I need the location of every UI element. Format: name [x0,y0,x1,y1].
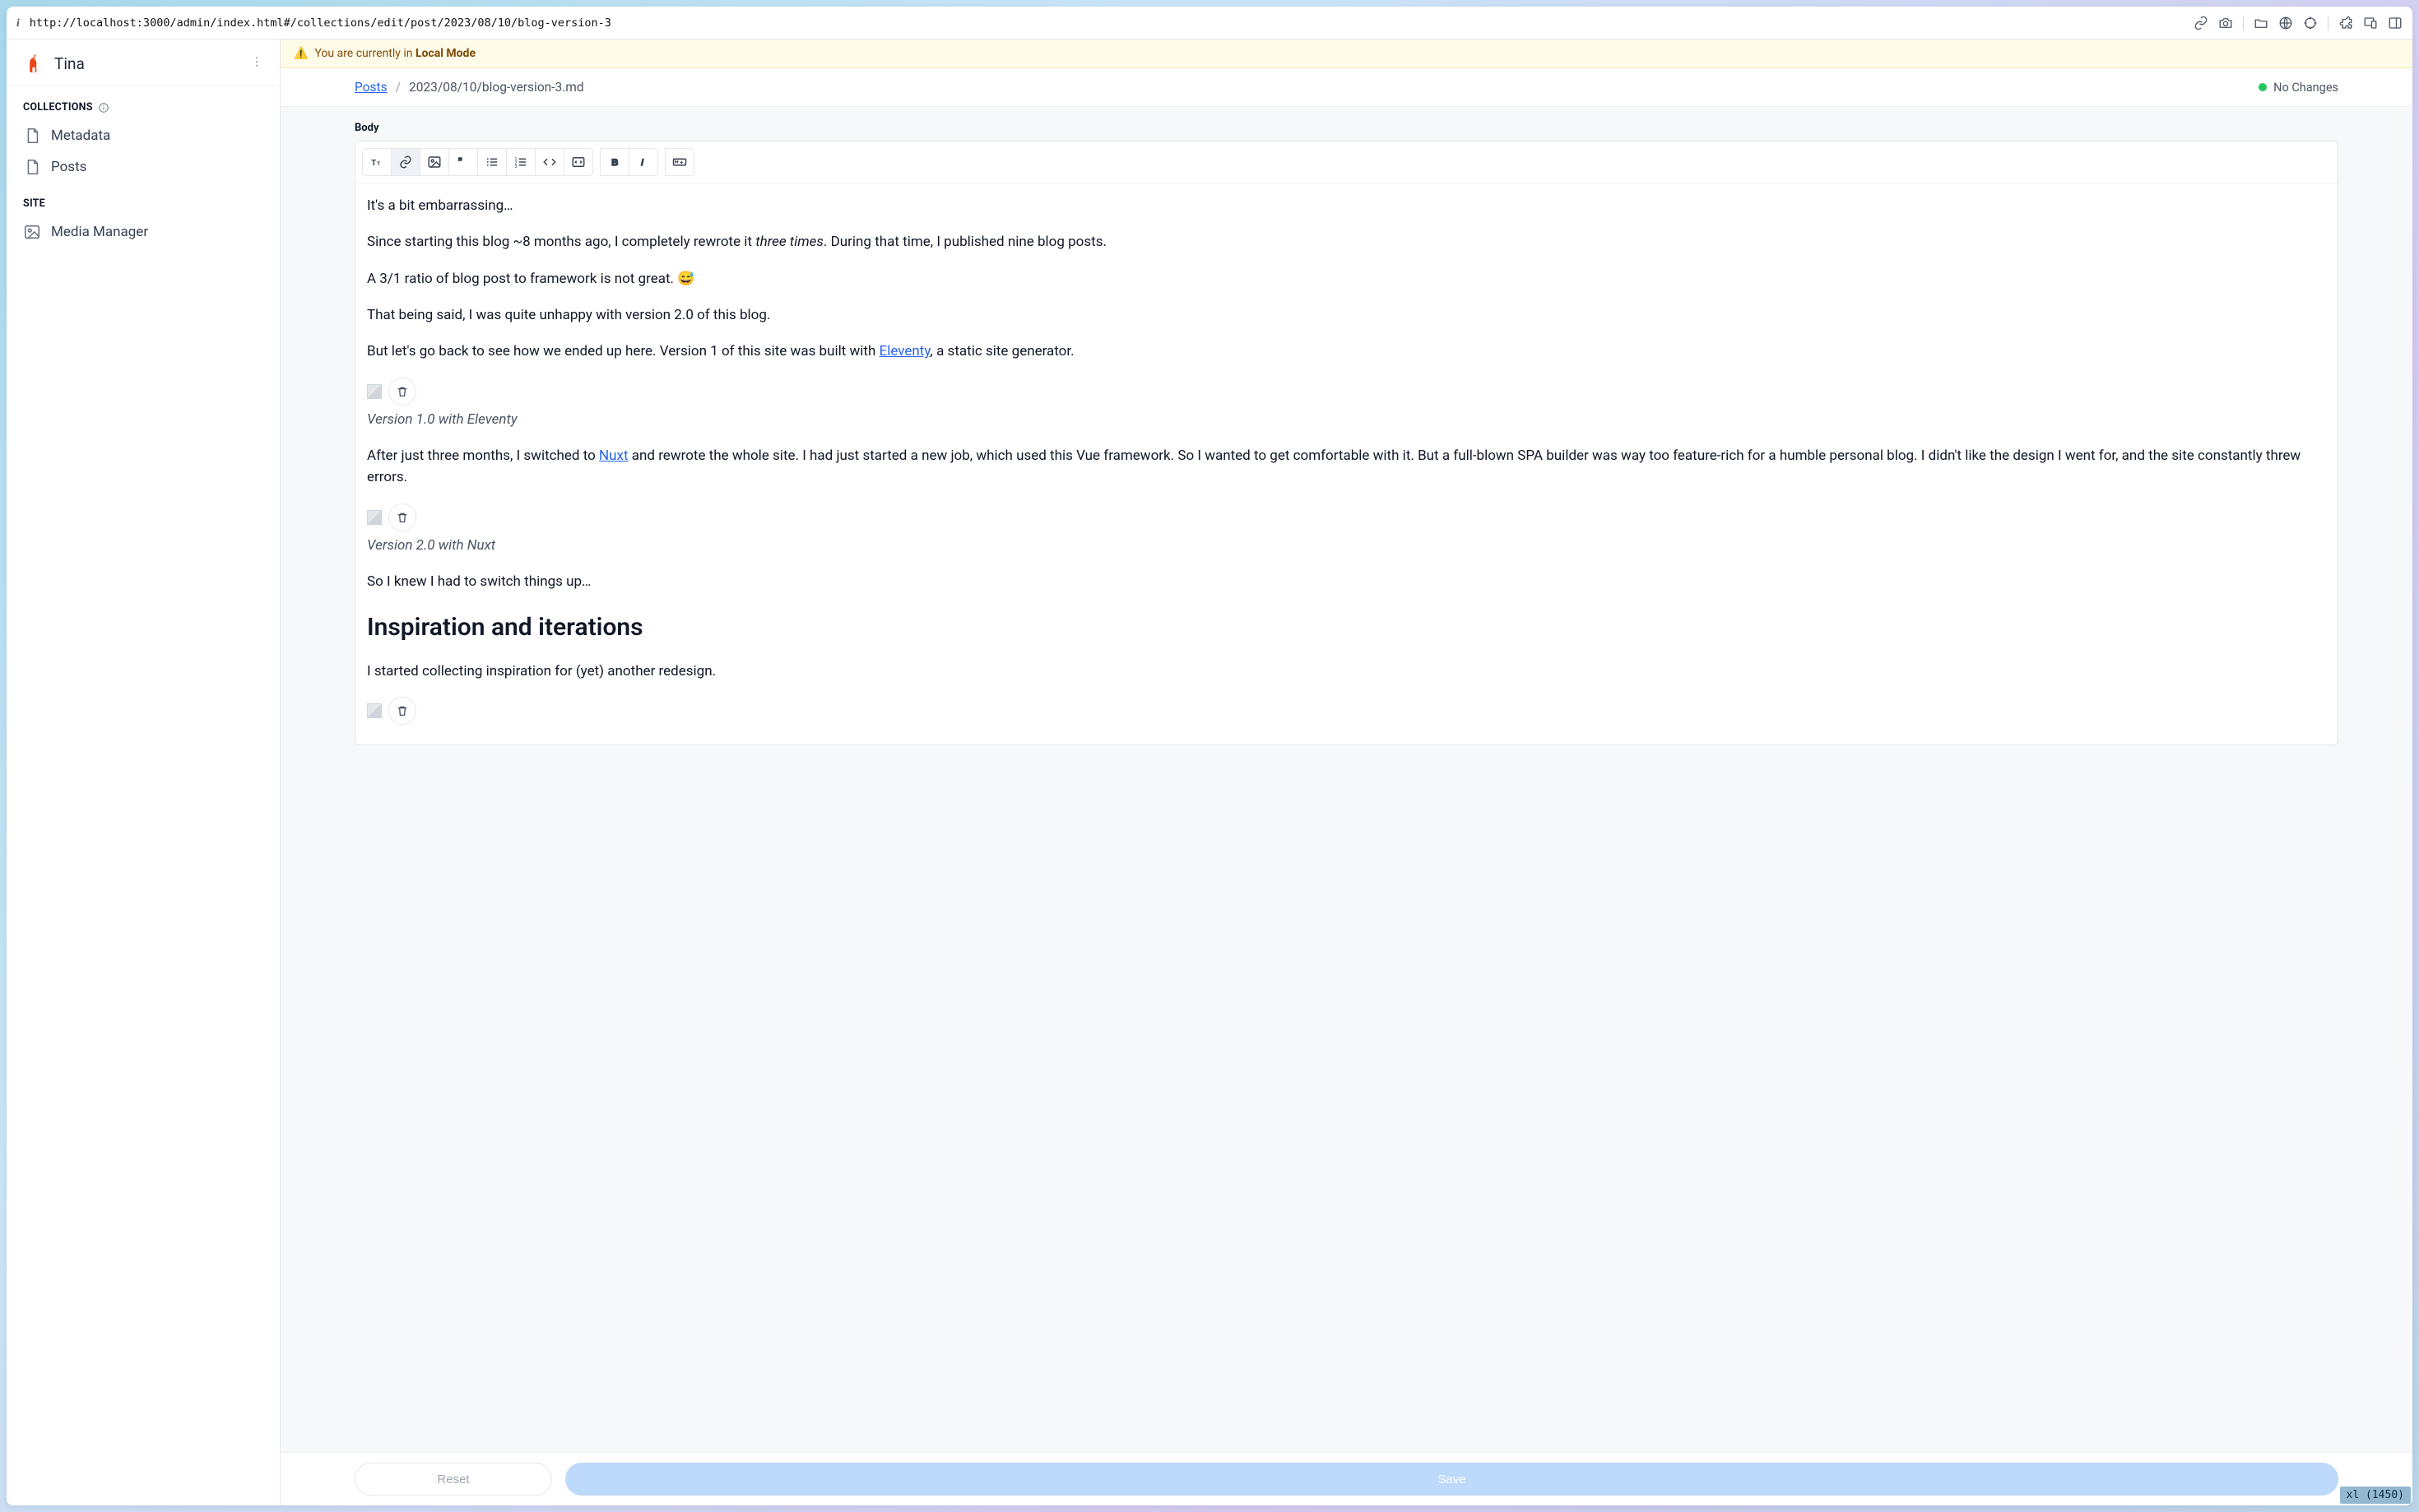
sidebar-item-label: Media Manager [51,224,148,240]
status-dot-icon [2259,83,2267,91]
delete-image-button[interactable] [388,503,416,531]
svg-text:B: B [611,158,618,168]
broken-image-icon [367,384,382,399]
code-button[interactable] [535,148,564,176]
save-status: No Changes [2259,81,2338,95]
broken-image-icon [367,703,382,718]
breadcrumb-path: 2023/08/10/blog-version-3.md [409,80,584,95]
code-block-button[interactable] [564,148,593,176]
document-icon [23,158,41,176]
globe-icon[interactable] [2278,16,2293,30]
sidebar: Tina COLLECTIONS Metadata Posts SITE [7,39,281,1505]
panel-icon[interactable] [2388,16,2403,30]
warning-icon: ⚠️ [294,47,308,60]
paragraph: I started collecting inspiration for (ye… [367,661,2326,682]
paragraph: It's a bit embarrassing… [367,195,2326,216]
collections-heading: COLLECTIONS [7,86,280,120]
heading-button[interactable]: TT [362,148,392,176]
target-icon[interactable] [2303,16,2318,30]
site-heading: SITE [7,183,280,216]
document-icon [23,127,41,145]
bold-button[interactable]: B [600,148,629,176]
italic-button[interactable]: I [629,148,658,176]
ordered-list-button[interactable]: 123 [506,148,536,176]
field-label-body: Body [355,122,2338,134]
svg-text:T: T [371,159,376,168]
heading-2: Inspiration and iterations [367,609,2326,647]
rich-text-editor: TT ” 123 B I It's a bit embarrassing… [355,141,2338,745]
tina-logo-icon [23,53,44,74]
svg-text:T: T [377,161,381,167]
image-icon [23,223,41,241]
image-block [367,697,2326,725]
sidebar-item-posts[interactable]: Posts [7,151,280,183]
breadcrumb: Posts / 2023/08/10/blog-version-3.md No … [281,68,2412,107]
nuxt-link[interactable]: Nuxt [599,448,629,464]
sidebar-item-label: Posts [51,159,86,175]
sidebar-item-media-manager[interactable]: Media Manager [7,216,280,248]
info-circle-icon[interactable] [98,102,109,114]
paragraph: After just three months, I switched to N… [367,445,2326,489]
markdown-toggle-button[interactable] [665,148,694,176]
paragraph: So I knew I had to switch things up… [367,571,2326,592]
brand-header: Tina [7,39,280,86]
folder-open-icon[interactable] [2254,16,2268,30]
image-button[interactable] [420,148,449,176]
content-scroll[interactable]: Body TT ” 123 B I [281,107,2412,1505]
brand-name: Tina [54,54,85,73]
image-block [367,378,2326,406]
devices-icon[interactable] [2363,16,2378,30]
main-panel: ⚠️ You are currently in Local Mode Posts… [281,39,2412,1505]
save-button[interactable]: Save [565,1463,2338,1496]
svg-text:3: 3 [515,165,518,169]
sidebar-item-metadata[interactable]: Metadata [7,120,280,151]
svg-text:”: ” [458,156,462,169]
link-button[interactable] [391,148,420,176]
link-icon[interactable] [2194,16,2208,30]
url-text: http://localhost:3000/admin/index.html#/… [30,16,611,30]
broken-image-icon [367,510,382,525]
camera-icon[interactable] [2218,16,2233,30]
image-caption: Version 1.0 with Eleventy [367,409,2326,430]
unordered-list-button[interactable] [477,148,507,176]
info-icon[interactable]: i [16,16,20,30]
image-block [367,503,2326,531]
quote-button[interactable]: ” [448,148,478,176]
svg-text:I: I [641,158,643,168]
editor-body[interactable]: It's a bit embarrassing… Since starting … [355,183,2338,744]
reset-button[interactable]: Reset [355,1463,552,1496]
delete-image-button[interactable] [388,378,416,406]
eleventy-link[interactable]: Eleventy [880,343,931,359]
paragraph: That being said, I was quite unhappy wit… [367,304,2326,326]
local-mode-banner: ⚠️ You are currently in Local Mode [281,39,2412,68]
delete-image-button[interactable] [388,697,416,725]
paragraph: But let's go back to see how we ended up… [367,341,2326,362]
editor-toolbar: TT ” 123 B I [355,141,2338,183]
browser-url-bar: i http://localhost:3000/admin/index.html… [7,7,2412,39]
paragraph: A 3/1 ratio of blog post to framework is… [367,268,2326,290]
form-footer: Reset Save [281,1452,2412,1505]
sidebar-item-label: Metadata [51,128,110,144]
breadcrumb-root-link[interactable]: Posts [355,80,388,95]
kebab-menu-icon[interactable] [250,55,263,72]
puzzle-icon[interactable] [2338,16,2353,30]
viewport-badge: xl (1450) [2340,1486,2411,1504]
paragraph: Since starting this blog ~8 months ago, … [367,231,2326,253]
image-caption: Version 2.0 with Nuxt [367,535,2326,556]
